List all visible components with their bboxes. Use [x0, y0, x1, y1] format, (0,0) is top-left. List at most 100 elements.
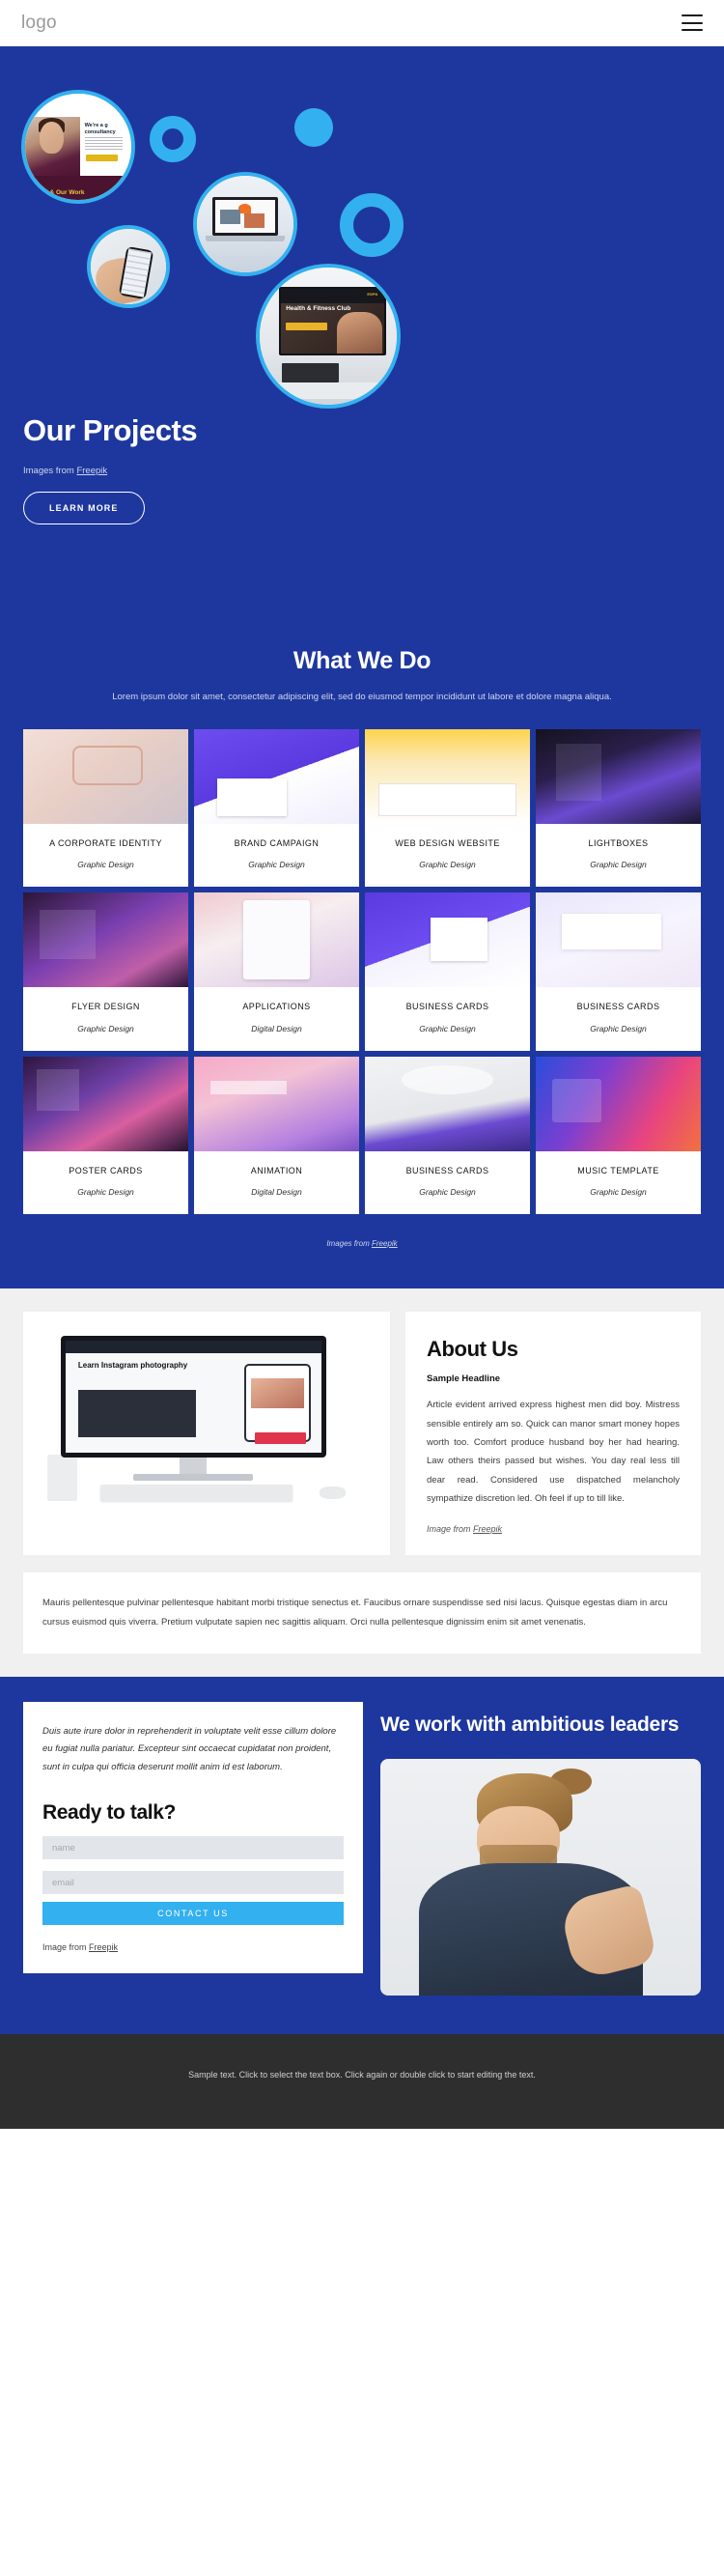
- portfolio-card-thumbnail: [23, 728, 188, 824]
- works-image-credit: Images from Freepik: [0, 1239, 724, 1248]
- keyboard-shape: [99, 1485, 293, 1501]
- portfolio-card[interactable]: POSTER CARDS Graphic Design: [23, 1056, 188, 1215]
- portfolio-card-meta: POSTER CARDS Graphic Design: [23, 1151, 188, 1215]
- portfolio-card-title: APPLICATIONS: [242, 1002, 311, 1012]
- portfolio-card-meta: MUSIC TEMPLATE Graphic Design: [536, 1151, 701, 1215]
- hero-decorative-ring: [340, 193, 404, 257]
- portfolio-card[interactable]: MUSIC TEMPLATE Graphic Design: [536, 1056, 701, 1215]
- face-shape: [40, 121, 64, 154]
- portfolio-grid: A CORPORATE IDENTITY Graphic Design BRAND …: [0, 728, 724, 1215]
- hero-credit-link[interactable]: Freepik: [76, 466, 107, 476]
- what-we-do-section: What We Do Lorem ipsum dolor sit amet, c…: [0, 626, 724, 1289]
- page-title: Our Projects: [23, 413, 198, 447]
- section-title: What We Do: [292, 647, 432, 674]
- portfolio-card[interactable]: LIGHTBOXES Graphic Design: [536, 728, 701, 888]
- photo-tile: [243, 213, 265, 229]
- monitor-shape: ESPN Health & Fitness Club: [278, 286, 386, 355]
- portfolio-card-thumbnail: [194, 728, 359, 824]
- hero-credit-prefix: Images from: [23, 466, 77, 476]
- portfolio-card[interactable]: FLYER DESIGN Graphic Design: [23, 892, 188, 1051]
- about-text-panel: About Us Sample Headline Article evident…: [405, 1312, 701, 1555]
- contact-form-panel: Duis aute irure dolor in reprehenderit i…: [23, 1701, 363, 1974]
- logo[interactable]: logo: [21, 13, 57, 34]
- portfolio-card-title: BUSINESS CARDS: [576, 1002, 660, 1012]
- contact-heading: Ready to talk?: [42, 1801, 176, 1825]
- about-credit-link[interactable]: Freepik: [473, 1524, 502, 1534]
- about-body: Article evident arrived express highest …: [427, 1400, 680, 1505]
- works-credit-prefix: Images from: [326, 1239, 372, 1249]
- portfolio-card-meta: LIGHTBOXES Graphic Design: [536, 824, 701, 888]
- portfolio-card-thumbnail: [23, 1056, 188, 1151]
- tv-person: [336, 312, 382, 354]
- portfolio-card-category: Graphic Design: [248, 860, 305, 870]
- portfolio-card-meta: BUSINESS CARDS Graphic Design: [536, 987, 701, 1051]
- portfolio-card-title: LIGHTBOXES: [588, 837, 649, 848]
- portfolio-card-thumbnail: [536, 892, 701, 988]
- desk-box: [281, 363, 340, 383]
- screen-block: [77, 1390, 196, 1438]
- site-footer: Sample text. Click to select the text bo…: [0, 2034, 724, 2129]
- mini-headline: We're a g consultancy: [84, 122, 116, 135]
- portfolio-card[interactable]: ANIMATION Digital Design: [194, 1056, 359, 1215]
- works-credit-link[interactable]: Freepik: [372, 1239, 398, 1248]
- name-input[interactable]: [42, 1836, 344, 1860]
- mini-band: Us & Our Work: [25, 175, 131, 200]
- hero-circle-fitness-image: ESPN Health & Fitness Club: [256, 264, 401, 409]
- contact-credit-link[interactable]: Freepik: [89, 1942, 118, 1952]
- portfolio-card-category: Graphic Design: [590, 860, 647, 870]
- learn-more-button[interactable]: LEARN MORE: [23, 492, 145, 524]
- portfolio-card[interactable]: WEB DESIGN WEBSITE Graphic Design: [365, 728, 530, 888]
- portfolio-card-meta: APPLICATIONS Digital Design: [194, 987, 359, 1051]
- hero-image-credit: Images from Freepik: [23, 466, 197, 476]
- portfolio-card-meta: BRAND CAMPAIGN Graphic Design: [194, 824, 359, 888]
- hero-copy: Our Projects Images from Freepik LEARN M…: [23, 413, 198, 524]
- desk-surface: [265, 382, 392, 400]
- about-image-panel: Learn Instagram photography: [23, 1312, 390, 1555]
- screen-headline: Learn Instagram photography: [77, 1361, 188, 1371]
- about-note-panel: Mauris pellentesque pulvinar pellentesqu…: [23, 1571, 701, 1654]
- portfolio-card-thumbnail: [365, 892, 530, 988]
- portfolio-card[interactable]: BUSINESS CARDS Graphic Design: [536, 892, 701, 1051]
- portfolio-card-category: Digital Design: [251, 1023, 302, 1033]
- monitor-neck: [180, 1458, 207, 1476]
- hero-circle-phone-image: [87, 225, 170, 308]
- speaker-shape: [46, 1454, 77, 1501]
- hero-decorative-ring: [150, 116, 196, 162]
- portfolio-card-thumbnail: [194, 1056, 359, 1151]
- mini-paragraph: [84, 137, 124, 151]
- portfolio-card-thumbnail: [365, 1056, 530, 1151]
- monitor-foot: [133, 1473, 254, 1482]
- portfolio-card-title: ANIMATION: [250, 1165, 303, 1175]
- hamburger-menu-icon[interactable]: [682, 14, 703, 31]
- mini-read-more-button: [85, 154, 118, 162]
- about-title: About Us: [427, 1337, 518, 1362]
- contact-us-button[interactable]: CONTACT US: [42, 1902, 344, 1926]
- portfolio-card[interactable]: BUSINESS CARDS Graphic Design: [365, 892, 530, 1051]
- section-subtitle: Lorem ipsum dolor sit amet, consectetur …: [112, 692, 612, 702]
- portfolio-card[interactable]: A CORPORATE IDENTITY Graphic Design: [23, 728, 188, 888]
- portfolio-card-category: Graphic Design: [419, 1187, 476, 1198]
- screen-cta-button: [254, 1432, 306, 1444]
- portfolio-card-category: Graphic Design: [590, 1023, 647, 1033]
- portfolio-card-category: Graphic Design: [590, 1187, 647, 1198]
- portfolio-card-meta: BUSINESS CARDS Graphic Design: [365, 1151, 530, 1215]
- portfolio-card-category: Graphic Design: [77, 1187, 134, 1198]
- portfolio-card-thumbnail: [23, 892, 188, 988]
- site-header: logo: [0, 0, 724, 46]
- about-note-text: Mauris pellentesque pulvinar pellentesqu…: [42, 1597, 668, 1628]
- portfolio-card-meta: A CORPORATE IDENTITY Graphic Design: [23, 824, 188, 888]
- hero-circle-consultancy-image: We're a g consultancy Us & Our Work: [21, 90, 135, 204]
- email-input[interactable]: [42, 1871, 344, 1895]
- portfolio-card-meta: BUSINESS CARDS Graphic Design: [365, 987, 530, 1051]
- burger-line: [682, 14, 703, 16]
- mini-band-text: Us & Our Work: [40, 189, 85, 197]
- phone-shape: [118, 246, 154, 300]
- portfolio-card-category: Graphic Design: [77, 1023, 134, 1033]
- contact-credit-prefix: Image from: [42, 1942, 90, 1953]
- portfolio-card[interactable]: BUSINESS CARDS Graphic Design: [365, 1056, 530, 1215]
- portfolio-card-category: Graphic Design: [77, 860, 134, 870]
- contact-quote: Duis aute irure dolor in reprehenderit i…: [42, 1725, 337, 1772]
- portfolio-card[interactable]: APPLICATIONS Digital Design: [194, 892, 359, 1051]
- contact-image-credit: Image from Freepik: [42, 1942, 344, 1952]
- portfolio-card[interactable]: BRAND CAMPAIGN Graphic Design: [194, 728, 359, 888]
